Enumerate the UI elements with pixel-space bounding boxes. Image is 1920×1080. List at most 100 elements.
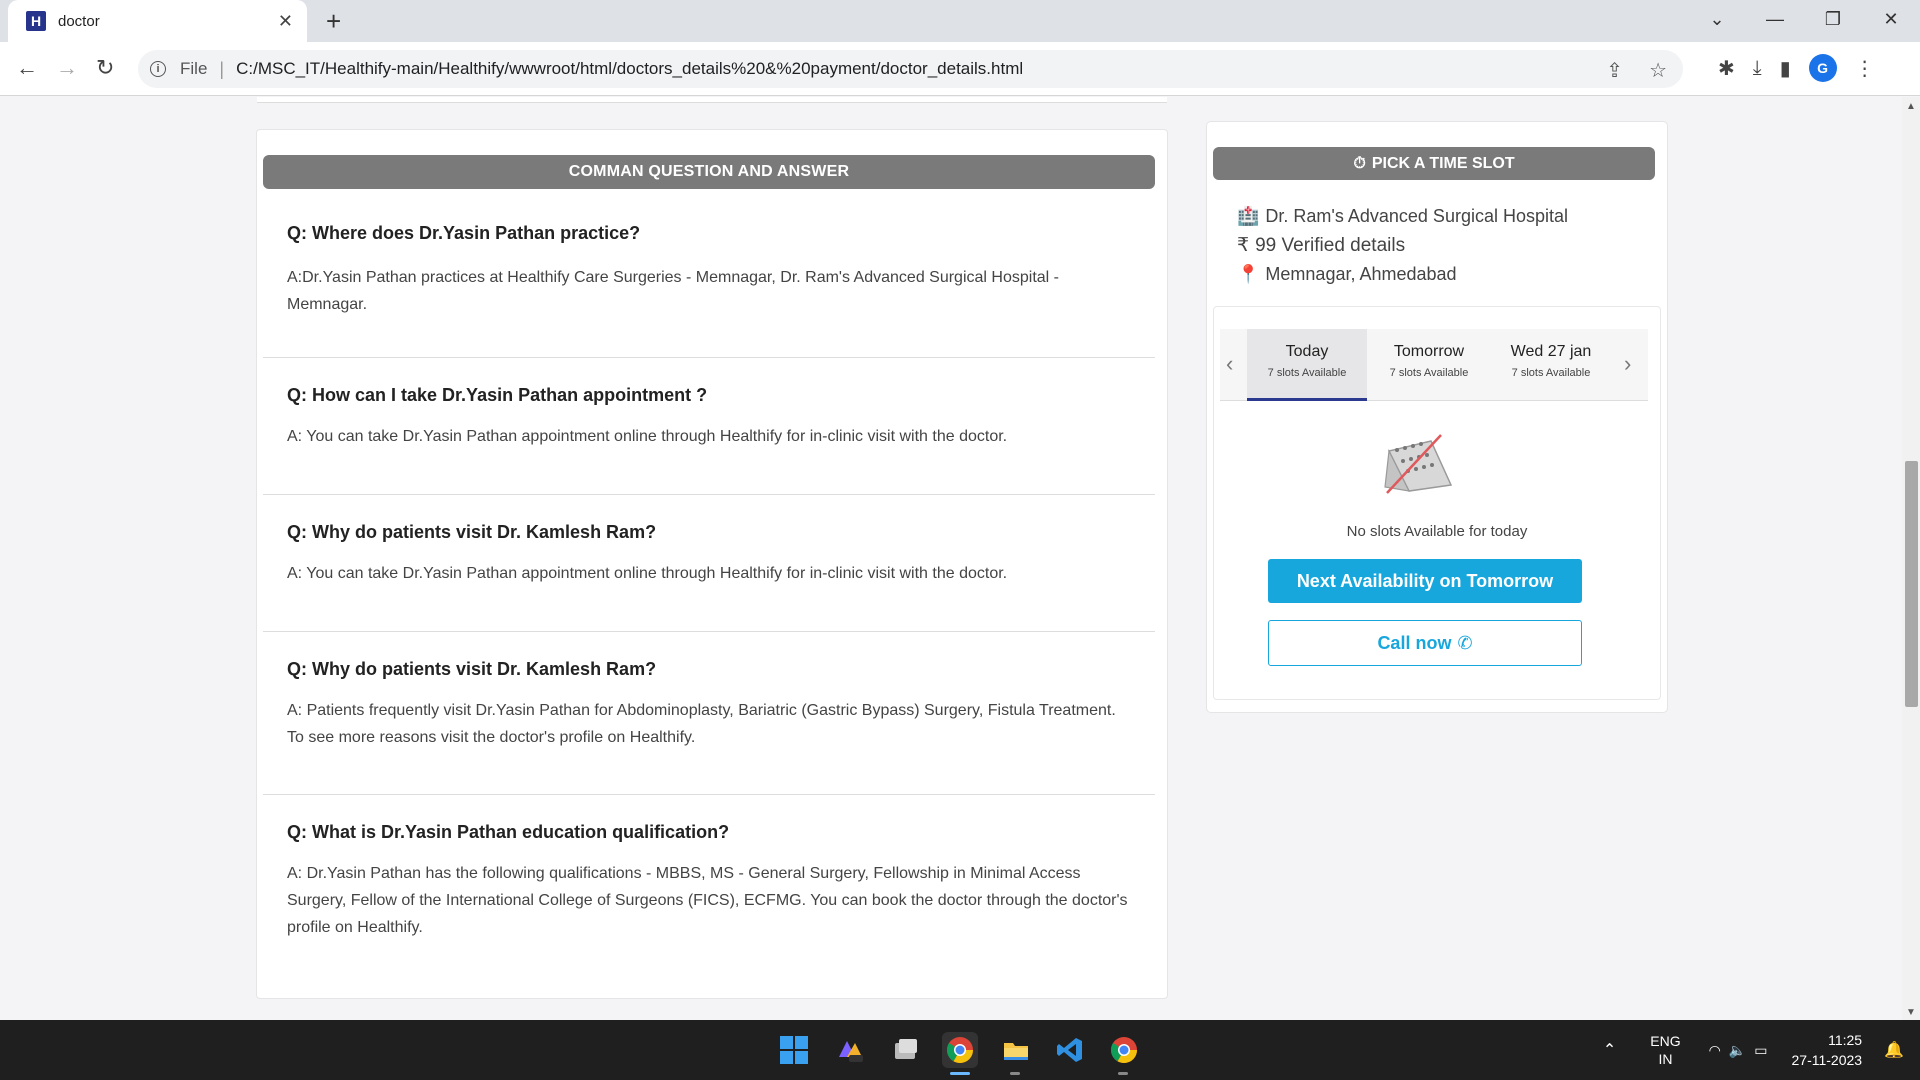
region-code: IN xyxy=(1658,1051,1673,1067)
time-slot-card: ⏱ PICK A TIME SLOT 🏥 Dr. Ram's Advanced S… xyxy=(1206,121,1668,713)
day-name: Wed 27 jan xyxy=(1510,343,1592,360)
day-slot-count: 7 slots Available xyxy=(1267,367,1347,379)
stopwatch-icon: ⏱ xyxy=(1353,154,1366,172)
window-controls: ⌄ — ❐ ✕ xyxy=(1688,0,1920,42)
clinic-info: 🏥 Dr. Ram's Advanced Surgical Hospital ₹9… xyxy=(1237,202,1568,289)
scroll-down-arrow-icon[interactable]: ▼ xyxy=(1906,1007,1916,1018)
slot-header: ⏱ PICK A TIME SLOT xyxy=(1213,147,1655,180)
browser-toolbar: ← → ↻ i File | C:/MSC_IT/Healthify-main/… xyxy=(0,42,1920,96)
clock-time: 11:25 xyxy=(1828,1032,1863,1048)
divider: | xyxy=(219,58,225,79)
slot-header-label: PICK A TIME SLOT xyxy=(1371,154,1515,172)
faq-answer: A: You can take Dr.Yasin Pathan appointm… xyxy=(287,428,1008,445)
close-window-icon[interactable]: ✕ xyxy=(1862,0,1920,38)
faq-question: Q: Why do patients visit Dr. Kamlesh Ram… xyxy=(287,522,657,542)
no-slots-calendar-icon xyxy=(1384,434,1453,494)
hospital-icon: 🏥 xyxy=(1237,206,1260,226)
address-bar[interactable]: i File | C:/MSC_IT/Healthify-main/Health… xyxy=(138,50,1683,88)
faq-header: COMMAN QUESTION AND ANSWER xyxy=(263,155,1155,189)
language-indicator[interactable]: ENG IN xyxy=(1650,1032,1680,1068)
tab-search-icon[interactable]: ⌄ xyxy=(1688,0,1746,38)
scroll-thumb[interactable] xyxy=(1905,461,1918,707)
task-view-icon[interactable] xyxy=(888,1032,924,1068)
vscode-icon[interactable] xyxy=(1052,1032,1088,1068)
faq-question: Q: How can I take Dr.Yasin Pathan appoin… xyxy=(287,385,708,405)
rupee-icon: ₹ xyxy=(1237,235,1250,256)
minimize-icon[interactable]: — xyxy=(1746,0,1804,38)
url-text[interactable]: C:/MSC_IT/Healthify-main/Healthify/wwwro… xyxy=(236,59,1023,79)
side-panel-icon[interactable]: ▮ xyxy=(1780,56,1791,81)
close-tab-icon[interactable]: ✕ xyxy=(278,11,293,32)
no-slots-message: No slots Available for today xyxy=(1346,523,1528,540)
lang-code: ENG xyxy=(1650,1033,1681,1049)
consult-fee: 99 Verified details xyxy=(1255,235,1406,256)
faq-item: Q: Where does Dr.Yasin Pathan practice? … xyxy=(263,207,1155,358)
restore-icon[interactable]: ❐ xyxy=(1804,0,1862,38)
site-favicon-icon: H xyxy=(26,11,46,31)
faq-question: Q: Where does Dr.Yasin Pathan practice? xyxy=(287,223,641,243)
chevron-up-icon[interactable]: ⌃ xyxy=(1603,1040,1616,1060)
slot-picker: ‹ Today 7 slots Available Tomorrow 7 slo… xyxy=(1213,306,1661,700)
clock[interactable]: 11:25 27-11-2023 xyxy=(1792,1030,1863,1070)
wifi-icon[interactable]: ◠ xyxy=(1709,1042,1721,1059)
back-icon[interactable]: ← xyxy=(16,55,38,81)
extensions-icon[interactable]: ✱ xyxy=(1718,56,1735,81)
app-indicator xyxy=(1010,1072,1020,1075)
faq-question: Q: What is Dr.Yasin Pathan education qua… xyxy=(287,822,730,842)
file-explorer-icon[interactable] xyxy=(998,1032,1034,1068)
page-viewport: COMMAN QUESTION AND ANSWER Q: Where does… xyxy=(0,97,1902,1020)
chevron-left-icon[interactable]: ‹ xyxy=(1226,351,1233,377)
day-tab-wed[interactable]: Wed 27 jan 7 slots Available xyxy=(1491,329,1611,401)
hospital-name: Dr. Ram's Advanced Surgical Hospital xyxy=(1265,206,1568,226)
forward-icon[interactable]: → xyxy=(56,55,78,81)
day-selector: ‹ Today 7 slots Available Tomorrow 7 slo… xyxy=(1220,329,1648,401)
faq-item: Q: Why do patients visit Dr. Kamlesh Ram… xyxy=(263,633,1155,795)
reload-icon[interactable]: ↻ xyxy=(96,55,114,81)
share-icon[interactable]: ⇪ xyxy=(1606,58,1623,83)
faq-answer: A: Dr.Yasin Pathan has the following qua… xyxy=(287,865,1128,936)
notification-bell-icon[interactable]: 🔔 xyxy=(1884,1040,1904,1060)
taskbar: ⌃ ENG IN ◠ 🔈 ▭ 11:25 27-11-2023 🔔 xyxy=(0,1020,1920,1080)
faq-item: Q: How can I take Dr.Yasin Pathan appoin… xyxy=(263,359,1155,495)
system-tray: ⌃ ENG IN ◠ 🔈 ▭ 11:25 27-11-2023 🔔 xyxy=(1603,1020,1920,1080)
previous-card-edge xyxy=(257,97,1167,103)
menu-kebab-icon[interactable]: ⋮ xyxy=(1855,56,1875,81)
day-name: Tomorrow xyxy=(1393,343,1465,360)
call-now-button[interactable]: Call now ✆ xyxy=(1268,620,1582,666)
chevron-right-icon[interactable]: › xyxy=(1624,351,1631,377)
tab-strip: H doctor ✕ + ⌄ — ❐ ✕ xyxy=(0,0,1920,42)
call-now-label: Call now xyxy=(1377,632,1452,653)
day-slot-count: 7 slots Available xyxy=(1511,367,1591,379)
battery-icon[interactable]: ▭ xyxy=(1754,1042,1767,1059)
phone-icon: ✆ xyxy=(1457,632,1473,653)
clinic-location: Memnagar, Ahmedabad xyxy=(1265,264,1457,284)
day-name: Today xyxy=(1285,343,1329,360)
faq-answer: A: Patients frequently visit Dr.Yasin Pa… xyxy=(287,702,1116,746)
faq-question: Q: Why do patients visit Dr. Kamlesh Ram… xyxy=(287,659,657,679)
day-tab-tomorrow[interactable]: Tomorrow 7 slots Available xyxy=(1369,329,1489,401)
volume-icon[interactable]: 🔈 xyxy=(1729,1042,1746,1059)
tab-title: doctor xyxy=(58,12,100,30)
page-scrollbar[interactable]: ▲ ▼ xyxy=(1902,97,1920,1020)
info-icon[interactable]: i xyxy=(150,61,166,77)
day-tab-today[interactable]: Today 7 slots Available xyxy=(1247,329,1367,401)
faq-card: COMMAN QUESTION AND ANSWER Q: Where does… xyxy=(256,129,1168,999)
next-availability-button[interactable]: Next Availability on Tomorrow xyxy=(1268,559,1582,603)
download-icon[interactable]: ⤓ xyxy=(1753,57,1762,80)
chrome-taskbar-icon[interactable] xyxy=(942,1032,978,1068)
browser-tab[interactable]: H doctor ✕ xyxy=(8,0,307,42)
scroll-up-arrow-icon[interactable]: ▲ xyxy=(1906,101,1916,112)
profile-avatar[interactable]: G xyxy=(1808,54,1837,82)
active-app-indicator xyxy=(950,1072,970,1075)
file-label: File xyxy=(180,59,208,78)
chrome-profile-icon[interactable] xyxy=(1106,1032,1142,1068)
app-indicator xyxy=(1118,1072,1128,1075)
faq-answer: A:Dr.Yasin Pathan practices at Healthify… xyxy=(287,269,1059,313)
bookmark-star-icon[interactable]: ☆ xyxy=(1649,58,1667,83)
new-tab-icon[interactable]: + xyxy=(326,8,341,34)
day-slot-count: 7 slots Available xyxy=(1389,367,1469,379)
faq-item: Q: Why do patients visit Dr. Kamlesh Ram… xyxy=(263,496,1155,632)
faq-item: Q: What is Dr.Yasin Pathan education qua… xyxy=(263,796,1155,986)
windows-start-icon[interactable] xyxy=(776,1032,812,1068)
copilot-icon[interactable] xyxy=(832,1032,868,1068)
